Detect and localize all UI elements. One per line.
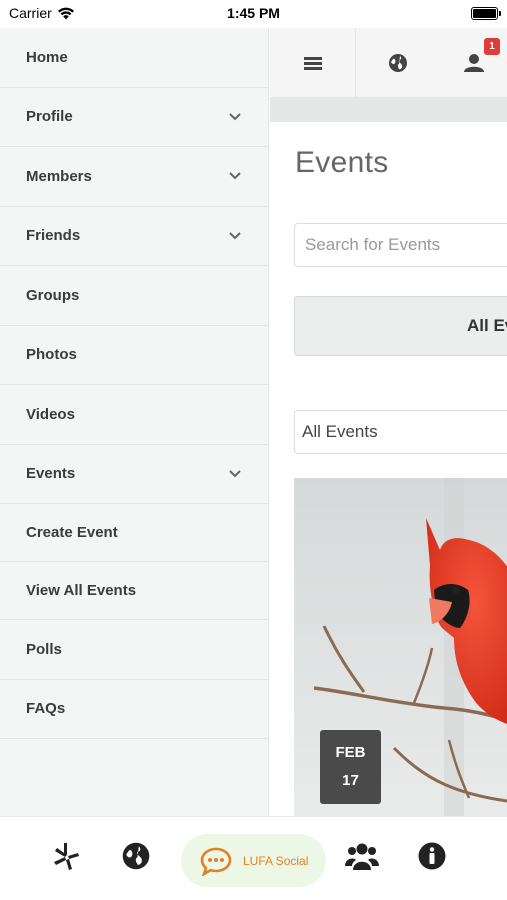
tab-lufa-social[interactable]: LUFA Social bbox=[181, 834, 326, 887]
sidebar-item-home[interactable]: Home bbox=[0, 28, 268, 88]
chat-icon bbox=[200, 847, 232, 876]
top-toolbar: 1 bbox=[270, 28, 507, 98]
status-time: 1:45 PM bbox=[227, 5, 280, 21]
sidebar-item-create-event[interactable]: Create Event bbox=[0, 504, 268, 562]
sidebar-item-label: Groups bbox=[26, 286, 80, 304]
sidebar-item-label: Videos bbox=[26, 405, 75, 423]
sidebar-item-polls[interactable]: Polls bbox=[0, 620, 268, 680]
chevron-down-icon bbox=[229, 113, 241, 121]
sidebar-item-label: View All Events bbox=[26, 582, 137, 599]
yelp-icon bbox=[54, 843, 79, 870]
tab-info[interactable] bbox=[416, 840, 448, 872]
tab-globe[interactable] bbox=[120, 840, 152, 872]
event-month: FEB bbox=[335, 744, 366, 761]
sidebar-item-events[interactable]: Events bbox=[0, 445, 268, 504]
friend-requests-icon bbox=[463, 54, 484, 72]
chevron-down-icon bbox=[229, 470, 241, 478]
sidebar-item-label: FAQs bbox=[26, 700, 66, 718]
status-bar: Carrier 1:45 PM bbox=[0, 0, 507, 28]
bottom-tab-bar: LUFA Social bbox=[0, 816, 507, 900]
chevron-down-icon bbox=[229, 232, 241, 240]
sidebar-item-friends[interactable]: Friends bbox=[0, 207, 268, 266]
sidebar-item-members[interactable]: Members bbox=[0, 147, 268, 207]
search-input[interactable]: Search for Events bbox=[294, 223, 507, 267]
all-events-tab[interactable]: All Events bbox=[294, 296, 507, 356]
event-card[interactable]: FEB 17 bbox=[294, 478, 507, 816]
globe-icon bbox=[389, 54, 407, 72]
globe-icon bbox=[122, 842, 150, 870]
sidebar-item-label: Create Event bbox=[26, 524, 118, 541]
events-filter-value: All Events bbox=[302, 422, 378, 441]
page-title: Events bbox=[295, 146, 389, 179]
sidebar-item-videos[interactable]: Videos bbox=[0, 385, 268, 445]
sidebar-item-photos[interactable]: Photos bbox=[0, 326, 268, 385]
sidebar-item-profile[interactable]: Profile bbox=[0, 88, 268, 147]
battery-icon bbox=[471, 7, 501, 20]
sidebar-item-label: Profile bbox=[26, 108, 73, 126]
sidebar-item-label: Photos bbox=[26, 346, 77, 364]
info-icon bbox=[418, 842, 446, 870]
sidebar-item-label: Events bbox=[26, 465, 76, 483]
sidebar-item-label: Home bbox=[26, 48, 68, 66]
all-events-tab-label: All Events bbox=[467, 316, 507, 335]
groups-icon bbox=[345, 843, 379, 870]
sidebar-item-groups[interactable]: Groups bbox=[0, 266, 268, 326]
menu-icon bbox=[303, 56, 322, 70]
sidebar: Home Profile Members Friends Groups Phot… bbox=[0, 28, 269, 816]
main-panel: 1 Events Search for Events All Events Al… bbox=[270, 28, 507, 816]
sidebar-item-label: Friends bbox=[26, 227, 81, 245]
menu-button[interactable] bbox=[270, 28, 355, 98]
tab-yelp[interactable] bbox=[50, 840, 82, 872]
chevron-down-icon bbox=[229, 172, 241, 180]
sidebar-item-label: Members bbox=[26, 167, 92, 185]
sidebar-item-faqs[interactable]: FAQs bbox=[0, 680, 268, 739]
search-placeholder: Search for Events bbox=[305, 235, 441, 254]
globe-button[interactable] bbox=[356, 28, 440, 98]
event-day: 17 bbox=[342, 772, 359, 789]
toolbar-divider bbox=[270, 98, 507, 122]
tab-groups[interactable] bbox=[344, 840, 380, 872]
sidebar-item-view-all-events[interactable]: View All Events bbox=[0, 562, 268, 620]
events-filter-select[interactable]: All Events bbox=[294, 410, 507, 454]
notification-badge: 1 bbox=[484, 38, 500, 55]
event-date-badge: FEB 17 bbox=[320, 730, 381, 804]
tab-lufa-social-label: LUFA Social bbox=[243, 853, 309, 868]
sidebar-item-label: Polls bbox=[26, 640, 62, 658]
